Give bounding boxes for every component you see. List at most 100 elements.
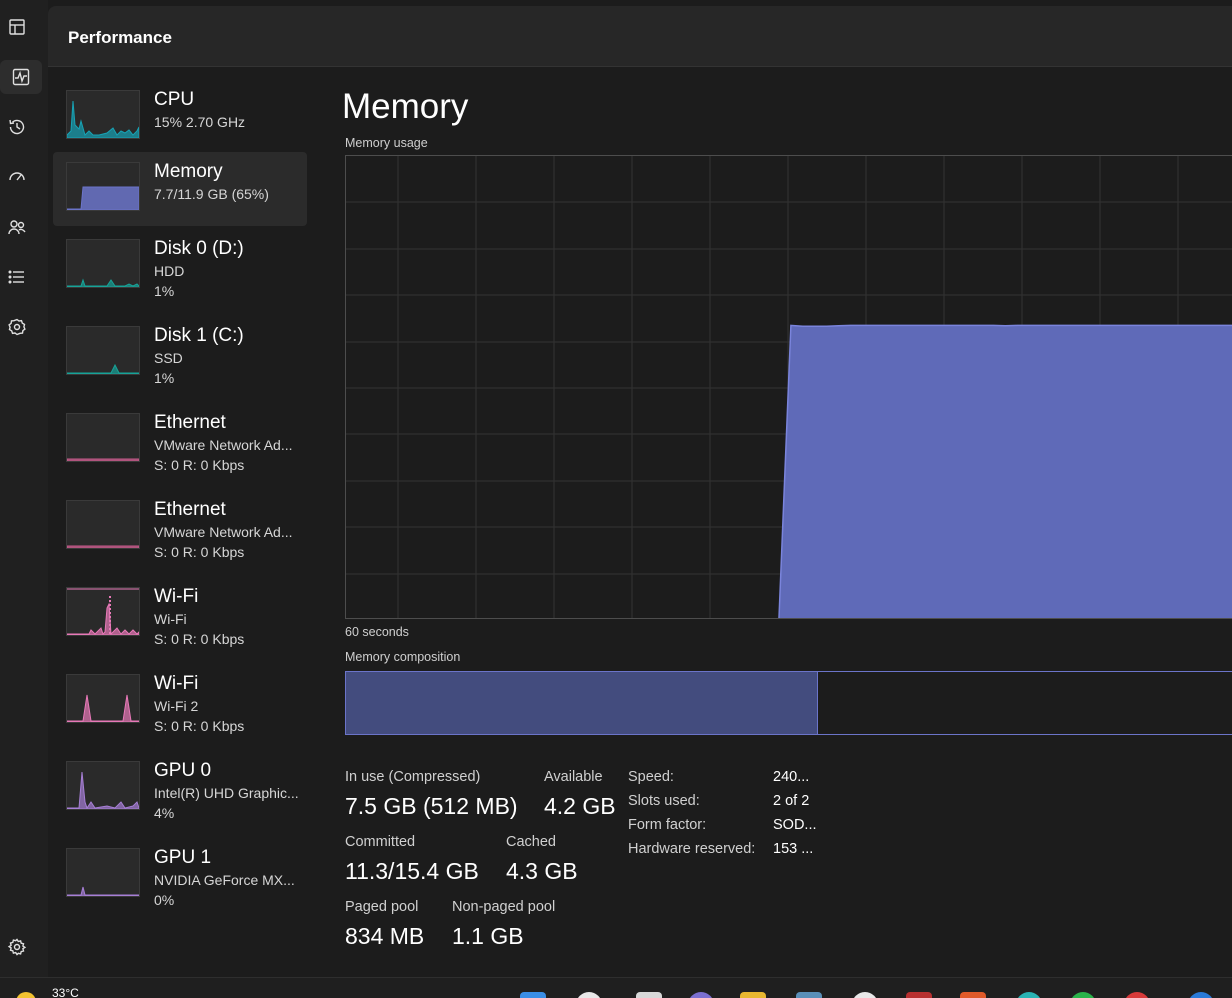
resource-sparkline: [66, 326, 140, 375]
memory-usage-label: Memory usage: [345, 136, 428, 150]
nonpaged-pool-label: Non-paged pool: [452, 899, 556, 915]
resource-name: GPU 1: [154, 847, 212, 868]
resource-item[interactable]: Wi-Fi Wi-Fi 2 S: 0 R: 0 Kbps: [53, 664, 307, 738]
resource-item[interactable]: Disk 1 (C:) SSD 1%: [53, 316, 307, 390]
resource-item[interactable]: Wi-Fi Wi-Fi S: 0 R: 0 Kbps: [53, 577, 307, 651]
speed-value: 240...: [773, 769, 810, 785]
resource-detail: 15% 2.70 GHz: [154, 114, 246, 130]
resource-name: Disk 0 (D:): [154, 238, 244, 259]
cached-value: 4.3 GB: [506, 858, 578, 884]
resource-name: Ethernet: [154, 499, 226, 520]
resource-detail: NVIDIA GeForce MX...: [154, 872, 295, 888]
task-view-icon[interactable]: [636, 992, 662, 998]
paged-pool-value: 834 MB: [345, 923, 425, 949]
hardware-reserved-value: 153 ...: [773, 841, 814, 857]
resource-value: S: 0 R: 0 Kbps: [154, 718, 245, 734]
resource-name: Memory: [154, 161, 223, 182]
resource-detail: HDD: [154, 263, 185, 279]
resource-detail: SSD: [154, 350, 183, 366]
weather-icon[interactable]: [16, 992, 36, 998]
resource-detail: VMware Network Ad...: [154, 437, 293, 453]
resource-name: Wi-Fi: [154, 673, 199, 694]
resource-item[interactable]: Memory 7.7/11.9 GB (65%): [53, 152, 307, 226]
resource-value: 4%: [154, 805, 175, 821]
app-icon[interactable]: [1124, 992, 1150, 998]
resource-sparkline: [66, 674, 140, 723]
app-icon[interactable]: [688, 992, 714, 998]
resource-sparkline: [66, 761, 140, 810]
page-title: Performance: [68, 28, 172, 47]
app-icon[interactable]: [1016, 992, 1042, 998]
app-icon[interactable]: [906, 992, 932, 998]
app-icon[interactable]: [796, 992, 822, 998]
processes-icon[interactable]: [0, 10, 34, 44]
title-bar: Performance: [48, 6, 1232, 67]
app-icon[interactable]: [960, 992, 986, 998]
resource-sparkline: [66, 90, 140, 139]
resource-item[interactable]: GPU 0 Intel(R) UHD Graphic... 4%: [53, 751, 307, 825]
resource-detail: Intel(R) UHD Graphic...: [154, 785, 299, 801]
composition-in-use: [346, 672, 818, 734]
resource-value: S: 0 R: 0 Kbps: [154, 631, 245, 647]
cached-label: Cached: [506, 834, 556, 850]
performance-icon[interactable]: [0, 60, 42, 94]
time-span-label: 60 seconds: [345, 625, 409, 639]
committed-label: Committed: [345, 834, 416, 850]
resource-sparkline: [66, 413, 140, 462]
memory-composition-bar: [345, 671, 1232, 735]
form-factor-value: SOD...: [773, 817, 817, 833]
resource-value: S: 0 R: 0 Kbps: [154, 544, 245, 560]
resource-item[interactable]: Disk 0 (D:) HDD 1%: [53, 229, 307, 303]
services-icon[interactable]: [0, 310, 34, 344]
hardware-reserved-label: Hardware reserved:: [628, 841, 756, 857]
resource-value: 1%: [154, 370, 175, 386]
users-icon[interactable]: [0, 210, 34, 244]
resource-sparkline: [66, 587, 140, 636]
app-icon[interactable]: [1188, 992, 1214, 998]
memory-composition-label: Memory composition: [345, 650, 461, 664]
slots-used-value: 2 of 2: [773, 793, 810, 809]
resource-detail: Wi-Fi 2: [154, 698, 199, 714]
resource-detail: VMware Network Ad...: [154, 524, 293, 540]
resource-detail: 7.7/11.9 GB (65%): [154, 186, 269, 202]
start-icon[interactable]: [520, 992, 546, 998]
resource-value: 1%: [154, 283, 175, 299]
resource-sparkline: [66, 500, 140, 549]
file-explorer-icon[interactable]: [740, 992, 766, 998]
resource-name: GPU 0: [154, 760, 212, 781]
resource-name: Disk 1 (C:): [154, 325, 244, 346]
memory-usage-graph: [345, 155, 1232, 619]
resource-value: 0%: [154, 892, 175, 908]
resource-item[interactable]: GPU 1 NVIDIA GeForce MX... 0%: [53, 838, 307, 912]
available-label: Available: [544, 769, 603, 785]
resource-detail: Wi-Fi: [154, 611, 187, 627]
form-factor-label: Form factor:: [628, 817, 707, 833]
in-use-value: 7.5 GB (512 MB): [345, 793, 518, 819]
app-icon[interactable]: [1070, 992, 1096, 998]
resource-name: Ethernet: [154, 412, 226, 433]
memory-usage-chart: [346, 156, 1232, 618]
app-icon[interactable]: [852, 992, 878, 998]
nav-rail: [0, 0, 48, 977]
resource-name: CPU: [154, 89, 195, 110]
in-use-label: In use (Compressed): [345, 769, 481, 785]
app-history-icon[interactable]: [0, 110, 34, 144]
startup-apps-icon[interactable]: [0, 160, 34, 194]
speed-label: Speed:: [628, 769, 674, 785]
nonpaged-pool-value: 1.1 GB: [452, 923, 524, 949]
resource-title: Memory: [342, 87, 469, 126]
paged-pool-label: Paged pool: [345, 899, 419, 915]
details-icon[interactable]: [0, 260, 34, 294]
resource-item[interactable]: Ethernet VMware Network Ad... S: 0 R: 0 Kb…: [53, 403, 307, 477]
resource-sparkline: [66, 162, 140, 211]
resource-name: Wi-Fi: [154, 586, 199, 607]
resource-item[interactable]: Ethernet VMware Network Ad... S: 0 R: 0 Kb…: [53, 490, 307, 564]
memory-usage-area: [778, 324, 1232, 618]
settings-icon[interactable]: [0, 930, 34, 964]
resource-item[interactable]: CPU 15% 2.70 GHz: [53, 80, 307, 154]
committed-value: 11.3/15.4 GB: [345, 858, 479, 884]
search-icon[interactable]: [576, 992, 602, 998]
weather-temperature[interactable]: 33°C: [52, 986, 79, 998]
resource-sparkline: [66, 848, 140, 897]
available-value: 4.2 GB: [544, 793, 616, 819]
